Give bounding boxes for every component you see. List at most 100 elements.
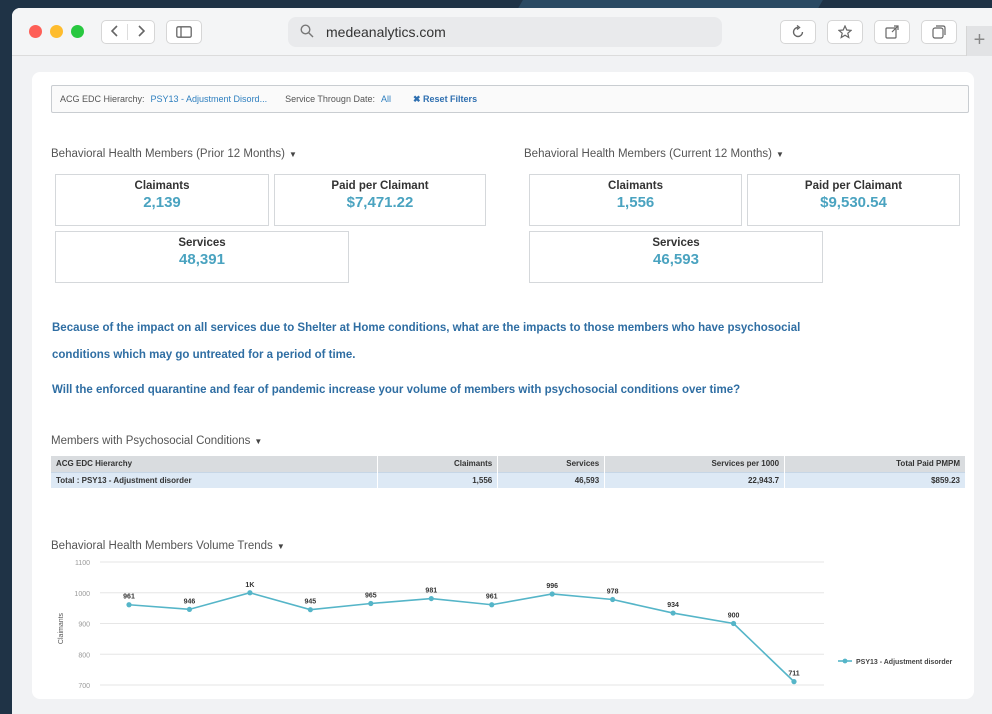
date-filter-label: Service Througn Date:	[285, 94, 375, 104]
close-window-button[interactable]	[29, 25, 42, 38]
table-cell: $859.23	[784, 471, 966, 488]
data-point	[610, 596, 616, 603]
browser-toolbar: medeanalytics.com +	[12, 8, 992, 56]
browser-window: medeanalytics.com + ACG EDC Hierarchy: P…	[12, 8, 992, 714]
back-forward-buttons	[101, 20, 155, 44]
current-section-title[interactable]: Behavioral Health Members (Current 12 Mo…	[524, 148, 784, 160]
question-1-line-1: Because of the impact on all services du…	[52, 322, 801, 334]
table-cell: 46,593	[497, 471, 606, 488]
data-point	[307, 607, 313, 613]
url-text: medeanalytics.com	[326, 24, 446, 40]
legend-label: PSY13 - Adjustment disorder	[856, 659, 952, 666]
data-label: 934	[667, 602, 679, 609]
data-label: 945	[305, 599, 317, 606]
column-header[interactable]: Services	[497, 456, 606, 472]
table-header-row: ACG EDC Hierarchy Claimants Services Ser…	[51, 456, 966, 472]
card-label: Claimants	[134, 180, 190, 192]
search-icon	[300, 24, 314, 38]
data-point	[186, 606, 193, 612]
data-label: 961	[123, 594, 135, 601]
back-button[interactable]	[102, 24, 128, 40]
chevron-right-icon	[138, 25, 146, 37]
filter-bar: ACG EDC Hierarchy: PSY13 - Adjustment Di…	[51, 85, 969, 113]
data-label: 996	[546, 583, 558, 590]
chevron-left-icon	[110, 25, 118, 37]
data-label: 965	[365, 593, 377, 600]
reset-filters-label: Reset Filters	[423, 93, 478, 104]
data-label: 1K	[245, 582, 254, 589]
chart-section-title[interactable]: Behavioral Health Members Volume Trends ▼	[51, 540, 285, 552]
column-header[interactable]: ACG EDC Hierarchy	[51, 456, 379, 472]
y-tick-label: 800	[78, 652, 90, 659]
prior-claimants-card: Claimants 2,139	[55, 174, 269, 226]
data-point	[489, 602, 495, 608]
hierarchy-filter-label: ACG EDC Hierarchy:	[60, 94, 145, 104]
card-value: $9,530.54	[820, 194, 887, 211]
current-title-text: Behavioral Health Members (Current 12 Mo…	[524, 148, 772, 160]
hierarchy-filter-value[interactable]: PSY13 - Adjustment Disord...	[151, 94, 268, 104]
data-label: 961	[486, 594, 498, 601]
data-label: 978	[607, 589, 619, 596]
y-tick-label: 700	[78, 683, 90, 690]
table-section-title[interactable]: Members with Psychosocial Conditions ▼	[51, 435, 262, 447]
date-filter-value[interactable]: All	[381, 94, 391, 104]
reset-filters-button[interactable]: ✖ Reset Filters	[413, 94, 477, 105]
plus-icon: +	[973, 29, 986, 51]
psychosocial-table: ACG EDC Hierarchy Claimants Services Ser…	[51, 456, 966, 488]
reload-button[interactable]	[780, 20, 816, 44]
tabs-button[interactable]	[921, 20, 957, 44]
data-point	[730, 620, 737, 627]
card-value: 1,556	[616, 194, 655, 211]
bookmark-button[interactable]	[827, 20, 863, 44]
forward-button[interactable]	[128, 24, 154, 40]
sidebar-button[interactable]	[166, 20, 202, 44]
column-header[interactable]: Total Paid PMPM	[784, 456, 966, 472]
prior-title-text: Behavioral Health Members (Prior 12 Mont…	[51, 148, 285, 160]
card-label: Services	[652, 237, 700, 249]
card-label: Paid per Claimant	[331, 180, 429, 192]
column-header[interactable]: Services per 1000	[604, 456, 786, 472]
current-claimants-card: Claimants 1,556	[529, 174, 742, 226]
question-2: Will the enforced quarantine and fear of…	[52, 384, 741, 396]
card-value: 48,391	[179, 251, 225, 268]
current-paid-card: Paid per Claimant $9,530.54	[747, 174, 960, 226]
y-axis-label: Claimants	[58, 612, 65, 644]
y-tick-label: 1000	[74, 591, 90, 598]
card-label: Services	[178, 237, 226, 249]
table-cell: 1,556	[377, 471, 499, 488]
caret-down-icon: ▼	[276, 542, 285, 551]
share-button[interactable]	[874, 20, 910, 44]
table-title-text: Members with Psychosocial Conditions	[51, 435, 251, 447]
new-tab-button[interactable]: +	[966, 26, 992, 56]
question-1-line-2: conditions which may go untreated for a …	[52, 349, 356, 361]
volume-trend-chart: 1100 1000 900 800 700 Claimants 961 946 1K 945 965…	[58, 560, 952, 690]
y-tick-label: 900	[78, 622, 90, 629]
card-label: Paid per Claimant	[804, 180, 903, 192]
prior-services-card: Services 48,391	[55, 231, 349, 283]
chart-title-text: Behavioral Health Members Volume Trends	[51, 540, 273, 552]
zoom-window-button[interactable]	[71, 25, 84, 38]
column-header[interactable]: Claimants	[377, 456, 499, 472]
dashboard-panel: ACG EDC Hierarchy: PSY13 - Adjustment Di…	[32, 72, 974, 699]
card-value: 46,593	[653, 251, 699, 268]
data-label: 900	[728, 613, 740, 620]
data-point	[549, 591, 555, 597]
table-cell: 22,943.7	[604, 471, 786, 488]
card-value: 2,139	[143, 194, 181, 211]
sidebar-icon	[176, 26, 192, 38]
caret-down-icon: ▼	[776, 150, 784, 159]
data-label: 946	[184, 598, 196, 605]
card-value: $7,471.22	[346, 194, 414, 211]
data-label: 981	[425, 588, 437, 595]
minimize-window-button[interactable]	[50, 25, 63, 38]
address-bar[interactable]: medeanalytics.com	[288, 17, 722, 47]
data-label: 711	[788, 671, 799, 678]
y-tick-label: 1100	[75, 560, 90, 567]
caret-down-icon: ▼	[254, 437, 263, 446]
data-point	[428, 595, 434, 602]
data-point	[247, 590, 253, 596]
card-label: Claimants	[608, 180, 663, 192]
prior-section-title[interactable]: Behavioral Health Members (Prior 12 Mont…	[51, 148, 297, 160]
table-row[interactable]: Total : PSY13 - Adjustment disorder 1,55…	[51, 471, 966, 488]
caret-down-icon: ▼	[288, 150, 297, 159]
